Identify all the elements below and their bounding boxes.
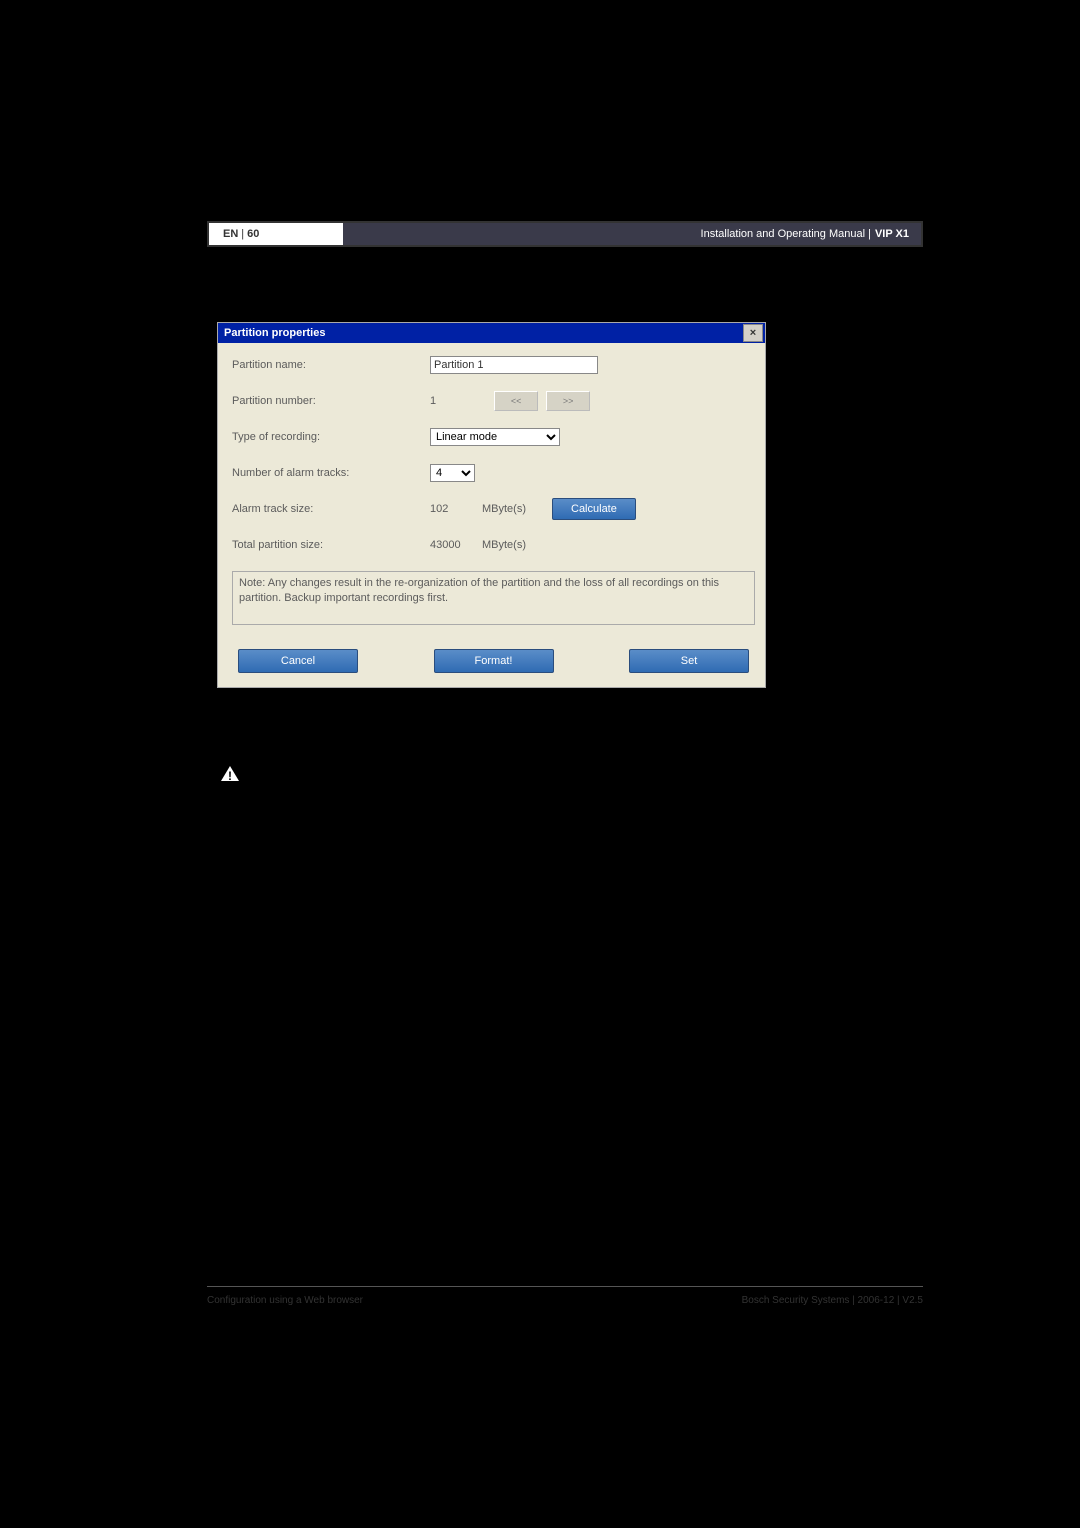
page-footer: Configuration using a Web browser Bosch … (207, 1286, 923, 1306)
footer-left: Configuration using a Web browser (207, 1295, 363, 1306)
partition-number-label: Partition number: (232, 395, 430, 407)
recording-type-select[interactable]: Linear mode (430, 428, 560, 446)
partition-name-input[interactable] (430, 356, 598, 374)
total-size-unit: MByte(s) (482, 539, 526, 551)
list-item: –In the list, click the partition to hig… (217, 906, 915, 926)
dialog-title: Partition properties (224, 327, 325, 339)
partition-properties-dialog: Partition properties × Partition name: P… (217, 322, 766, 688)
set-button[interactable]: Set (629, 649, 749, 673)
alarm-track-size-value: 102 (430, 503, 482, 515)
close-icon[interactable]: × (743, 324, 763, 342)
next-button[interactable]: >> (546, 391, 590, 411)
format-button[interactable]: Format! (434, 649, 554, 673)
prev-button[interactable]: << (494, 391, 538, 411)
caution-heading: Caution (253, 762, 915, 782)
partition-number-value: 1 (430, 395, 436, 407)
alarm-tracks-label: Number of alarm tracks: (232, 467, 430, 479)
instruction-intro: You can perform the required modificatio… (217, 872, 915, 892)
page-number-cell: EN | 60 (209, 223, 343, 245)
list-item: –Click the Set button to save the modifi… (217, 1009, 915, 1029)
cancel-button[interactable]: Cancel (238, 649, 358, 673)
caution-text: Changes to the partition lead to a reorg… (253, 785, 915, 846)
alarm-track-size-label: Alarm track size: (232, 503, 430, 515)
page-header: EN | 60 Installation and Operating Manua… (209, 223, 921, 245)
product-name: VIP X1 (875, 228, 909, 240)
total-size-value: 43000 (430, 539, 482, 551)
calculate-button[interactable]: Calculate (552, 498, 636, 520)
alarm-tracks-select[interactable]: 4 (430, 464, 475, 482)
section-heading: Editing a partition (207, 250, 923, 322)
header-title-cell: Installation and Operating Manual | VIP … (343, 223, 921, 245)
alarm-track-size-unit: MByte(s) (482, 503, 526, 515)
footer-right: Bosch Security Systems | 2006-12 | V2.5 (742, 1295, 923, 1306)
total-size-label: Total partition size: (232, 539, 430, 551)
list-item: –Click the Edit partition button. A new … (217, 941, 915, 961)
note-box: Note: Any changes result in the re-organ… (232, 571, 755, 625)
list-item: –Enter the necessary changes. (217, 975, 915, 995)
partition-name-label: Partition name: (232, 359, 430, 371)
intro-paragraph: You can modify the configuration of the … (217, 714, 915, 734)
lang-code: EN (223, 228, 238, 240)
list-item: –After closing the window, click the Set… (217, 1044, 915, 1085)
recording-type-label: Type of recording: (232, 431, 430, 443)
manual-title: Installation and Operating Manual | (701, 228, 871, 240)
caution-icon: ! (217, 762, 243, 784)
page-number: 60 (247, 228, 259, 240)
